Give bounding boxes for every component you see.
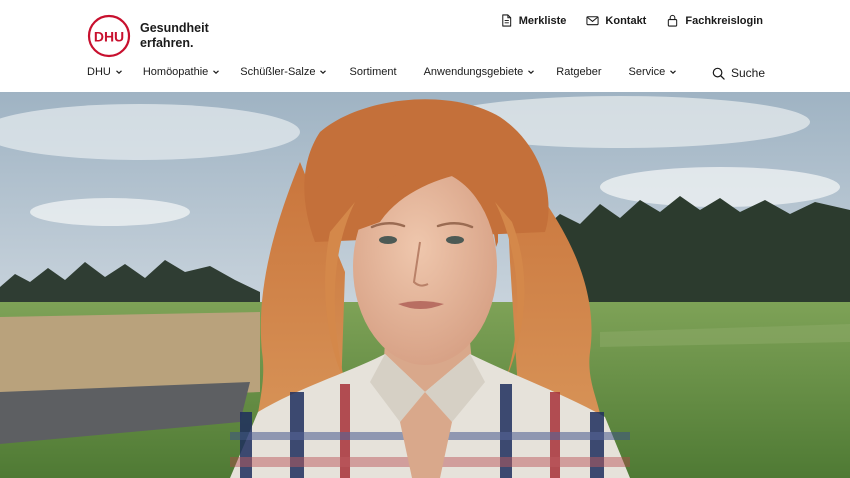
- search-label: Suche: [730, 66, 765, 80]
- dhu-logo: DHU: [87, 14, 131, 58]
- kontakt-label: Kontakt: [605, 14, 647, 27]
- kontakt-link[interactable]: Kontakt: [586, 14, 646, 27]
- document-icon: [501, 14, 511, 27]
- chevron-down-icon: [528, 70, 535, 75]
- fachkreislogin-link[interactable]: Fachkreislogin: [666, 14, 763, 27]
- chevron-down-icon: [213, 70, 220, 75]
- nav-label-sortiment: Sortiment: [349, 66, 397, 78]
- nav-label-homoeopathie: Homöopathie: [142, 66, 209, 78]
- nav-label-anwendungsgebiete: Anwendungsgebiete: [423, 66, 524, 78]
- nav-item-schuessler-salze[interactable]: Schüßler-Salze: [240, 66, 327, 78]
- utility-nav: Merkliste Kontakt Fachkreislogin: [500, 14, 763, 27]
- nav-item-anwendungsgebiete[interactable]: Anwendungsgebiete: [424, 66, 536, 78]
- nav-item-homoeopathie[interactable]: Homöopathie: [143, 66, 220, 78]
- nav-label-ratgeber: Ratgeber: [556, 66, 602, 78]
- lock-icon: [668, 14, 678, 27]
- tagline-line-2: erfahren.: [140, 36, 194, 50]
- chevron-down-icon: [115, 70, 122, 75]
- tagline-line-1: Gesundheit: [140, 21, 209, 35]
- merkliste-link[interactable]: Merkliste: [500, 14, 567, 27]
- nav-label-dhu: DHU: [87, 66, 111, 78]
- merkliste-label: Merkliste: [518, 14, 567, 27]
- logo-link[interactable]: DHU Gesundheit erfahren.: [87, 14, 209, 58]
- nav-item-dhu[interactable]: DHU: [87, 66, 123, 78]
- chevron-down-icon: [320, 70, 327, 75]
- search-button[interactable]: Suche: [712, 66, 765, 80]
- chevron-down-icon: [670, 70, 677, 75]
- hero-image: [0, 92, 850, 478]
- brand-tagline: Gesundheit erfahren.: [140, 21, 209, 51]
- nav-item-service[interactable]: Service: [629, 66, 678, 78]
- fachkreislogin-label: Fachkreislogin: [685, 14, 763, 27]
- nav-item-ratgeber[interactable]: Ratgeber: [556, 66, 601, 78]
- nav-item-sortiment[interactable]: Sortiment: [349, 66, 396, 78]
- search-icon: [712, 67, 725, 80]
- main-nav: DHU Homöopathie Schüßler-Salze Sortiment…: [87, 66, 677, 78]
- nav-label-service: Service: [628, 66, 666, 78]
- logo-mark-text: DHU: [94, 29, 124, 45]
- hero-photo-woman-field: [0, 92, 850, 478]
- site-header: DHU Gesundheit erfahren. Merkliste Konta…: [0, 0, 850, 92]
- nav-label-schuessler-salze: Schüßler-Salze: [240, 66, 316, 78]
- mail-icon: [586, 16, 599, 26]
